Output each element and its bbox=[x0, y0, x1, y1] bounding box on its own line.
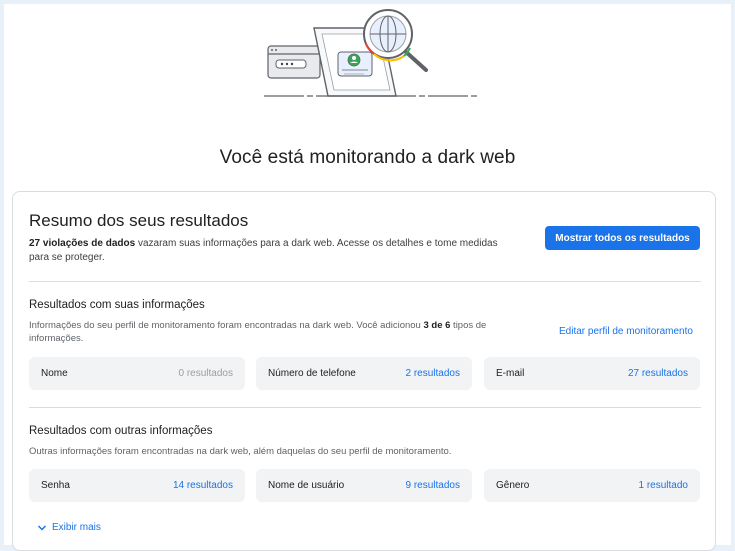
result-tile-name[interactable]: Nome 0 resultados bbox=[29, 357, 245, 390]
tile-label: Nome de usuário bbox=[268, 480, 345, 491]
tile-label: Senha bbox=[41, 480, 70, 491]
show-all-results-button[interactable]: Mostrar todos os resultados bbox=[545, 226, 700, 250]
result-tile-phone[interactable]: Número de telefone 2 resultados bbox=[256, 357, 472, 390]
own-info-description-text-1: Informações do seu perfil de monitoramen… bbox=[29, 320, 424, 331]
tile-label: E-mail bbox=[496, 368, 525, 379]
tile-count: 27 resultados bbox=[627, 368, 688, 379]
show-more-button[interactable]: Exibir mais bbox=[37, 522, 101, 533]
tile-count: 14 resultados bbox=[172, 480, 233, 491]
summary-title: Resumo dos seus resultados bbox=[29, 211, 249, 230]
edit-monitoring-profile-link[interactable]: Editar perfil de monitoramento bbox=[559, 326, 693, 337]
tile-label: Gênero bbox=[496, 480, 530, 491]
other-info-title: Resultados com outras informações bbox=[29, 425, 213, 437]
tile-count: 0 resultados bbox=[178, 368, 233, 379]
browser-window-icon bbox=[267, 45, 321, 79]
summary-description: 27 violações de dados vazaram suas infor… bbox=[29, 237, 519, 265]
dark-web-illustration bbox=[264, 9, 479, 97]
page: Você está monitorando a dark web Resumo … bbox=[4, 4, 731, 551]
result-tile-password[interactable]: Senha 14 resultados bbox=[29, 469, 245, 502]
tile-label: Nome bbox=[41, 368, 68, 379]
divider bbox=[29, 407, 701, 408]
tile-count: 2 resultados bbox=[405, 368, 460, 379]
result-tile-email[interactable]: E-mail 27 resultados bbox=[484, 357, 700, 390]
results-card: Resumo dos seus resultados 27 violações … bbox=[12, 191, 716, 551]
result-tile-gender[interactable]: Gênero 1 resultado bbox=[484, 469, 700, 502]
page-title: Você está monitorando a dark web bbox=[219, 147, 516, 168]
breach-count: 27 violações de dados bbox=[29, 238, 136, 249]
tile-label: Número de telefone bbox=[268, 368, 356, 379]
own-info-description: Informações do seu perfil de monitoramen… bbox=[29, 319, 519, 345]
other-info-description: Outras informações foram encontradas na … bbox=[29, 446, 452, 457]
show-more-label: Exibir mais bbox=[52, 522, 101, 533]
info-types-count: 3 de 6 bbox=[423, 320, 451, 331]
own-info-title: Resultados com suas informações bbox=[29, 299, 205, 311]
result-tile-username[interactable]: Nome de usuário 9 resultados bbox=[256, 469, 472, 502]
tile-count: 9 resultados bbox=[405, 480, 460, 491]
divider bbox=[29, 281, 701, 282]
chevron-down-icon bbox=[37, 524, 47, 531]
tile-count: 1 resultado bbox=[638, 480, 688, 491]
